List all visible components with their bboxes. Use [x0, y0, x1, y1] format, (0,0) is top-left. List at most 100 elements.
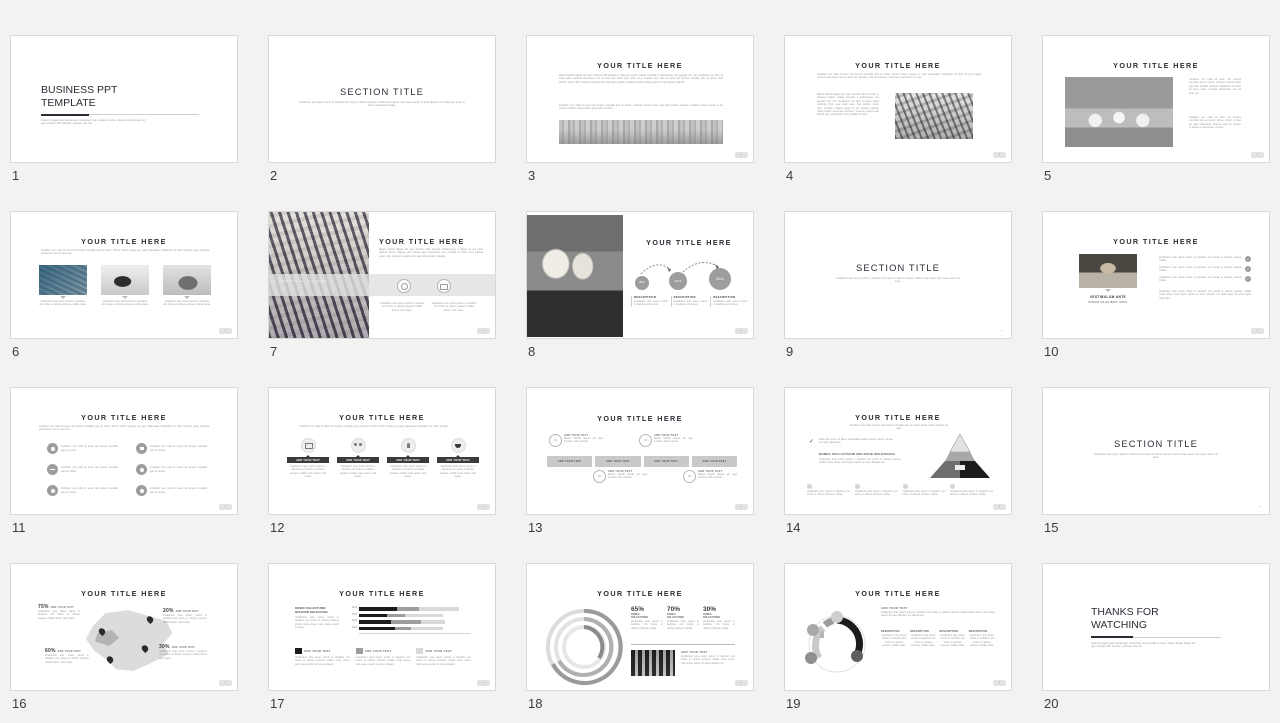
slide6-page-button[interactable]: ▸ [219, 328, 232, 334]
list-item[interactable]: Curabitur non nulla sit amet nisl tempus… [47, 443, 118, 454]
users-icon [350, 438, 366, 453]
legend-item-3[interactable]: ADD YOUR TEXT Vestibulum ante ipsum prim… [416, 648, 471, 666]
footer-item-1[interactable]: Vestibulum ante ipsum in faucibus orci l… [807, 484, 850, 497]
feature-label-2: ADD YOUR TEXT [337, 457, 379, 463]
slide14-page-button[interactable]: ▸ [993, 504, 1006, 510]
slide-thumbnail-13[interactable]: YOUR TITLE HERE 01 ADD YOUR TEXT Mauris … [526, 387, 754, 515]
slide9-page-marker[interactable]: ▸ [1002, 329, 1003, 332]
slide7-page-button[interactable]: ▸ [477, 328, 490, 334]
slide14-intro: Curabitur non nulla sit amet nisl tempus… [849, 424, 949, 431]
slide13-page-button[interactable]: ▸ [735, 504, 748, 510]
milestone-desc-3: DESCRIPTION Vestibulum ante ipsum primis… [710, 296, 747, 307]
slide-thumbnail-5[interactable]: YOUR TITLE HERE Curabitur non nulla sit … [1042, 35, 1270, 163]
slide18-page-button[interactable]: ▸ [735, 680, 748, 686]
slide-thumbnail-2[interactable]: SECTION TITLE Vestibulum ante ipsum prim… [268, 35, 496, 163]
list-item[interactable]: Vestibulum ante ipsum primis in faucibus… [163, 265, 211, 307]
slide17-sidebar-heading-2: MOLESTIE MALESUADA [295, 610, 328, 614]
slide-thumbnail-6[interactable]: YOUR TITLE HERE Curabitur non nulla sit … [10, 211, 238, 339]
slide-thumbnail-18[interactable]: YOUR TITLE HERE 65% DONEC SOLLICITUDIN V… [526, 563, 754, 691]
footer-item-4[interactable]: Vestibulum ante ipsum in faucibus orci l… [950, 484, 993, 497]
slide8-page-button[interactable]: ▸ [735, 328, 748, 334]
slide-thumbnail-15[interactable]: SECTION TITLE Vestibulum ante ipsum prim… [1042, 387, 1270, 515]
slide-thumbnail-9[interactable]: SECTION TITLE Vestibulum ante ipsum prim… [784, 211, 1012, 339]
check-circle-icon: ✓ [1245, 276, 1251, 283]
step-bar-3[interactable]: ADD YOUR TEXT [643, 456, 689, 467]
slide-number-9: 9 [786, 344, 794, 359]
bar-seg [411, 626, 443, 631]
step-top-1[interactable]: 01 ADD YOUR TEXT Mauris blandit aliquet … [549, 434, 603, 447]
stat-1[interactable]: 65% DONEC SOLLICITUDIN Vestibulum ante i… [631, 606, 663, 630]
step-bottom-2[interactable]: 02 ADD YOUR TEXT Mauris blandit aliquet … [593, 470, 647, 483]
step-bar-1[interactable]: ADD YOUR TEXT [547, 456, 593, 467]
slide-thumbnail-20[interactable]: THANKS FOR WATCHING Vivamus magna justo … [1042, 563, 1270, 691]
slide-thumbnail-19[interactable]: YOUR TITLE HERE ADD YOUR TEXT Vestibulum… [784, 563, 1012, 691]
slide3-paragraph-1: Mauris blandit aliquet elit eget tincidu… [559, 74, 723, 84]
slide-thumbnail-11[interactable]: YOUR TITLE HERE Curabitur non nulla sit … [10, 387, 238, 515]
map-callout-3[interactable]: 60% ADD YOUR TEXT Vestibulum ante ipsum … [45, 648, 89, 664]
slide-thumbnail-3[interactable]: YOUR TITLE HERE Mauris blandit aliquet e… [526, 35, 754, 163]
milestone-2013[interactable]: 2013 [669, 272, 687, 290]
chat-icon[interactable] [437, 279, 451, 293]
slide-thumbnail-14[interactable]: YOUR TITLE HERE Curabitur non nulla sit … [784, 387, 1012, 515]
stat-2[interactable]: 70% DONEC SOLLICITUDIN Vestibulum ante i… [667, 606, 699, 630]
map-callout-4[interactable]: 30% ADD YOUR TEXT Vestibulum ante ipsum … [159, 644, 207, 660]
list-item[interactable]: Curabitur non nulla sit amet nisl tempus… [47, 485, 118, 496]
slide16-page-button[interactable]: ▸ [219, 680, 232, 686]
slide-thumbnail-1[interactable]: BUSINESS PPT TEMPLATE Vivamus magna just… [10, 35, 238, 163]
slide-thumbnail-17[interactable]: YOUR TITLE HERE DONEC SOLLICITUDIN MOLES… [268, 563, 496, 691]
slide19-intro-text: Vestibulum ante ipsum primis in faucibus… [881, 611, 995, 618]
step-top-3[interactable]: 03 ADD YOUR TEXT Mauris blandit aliquet … [639, 434, 693, 447]
slide11-page-button[interactable]: ▸ [219, 504, 232, 510]
footer-item-3[interactable]: Vestibulum ante ipsum in faucibus orci l… [902, 484, 945, 497]
ring-column-4[interactable]: DESCRIPTION Vestibulum ante ipsum primis… [969, 630, 995, 648]
slide11-title: YOUR TITLE HERE [81, 413, 167, 422]
feature-column-3[interactable]: ADD YOUR TEXT Vestibulum ante ipsum prim… [387, 438, 429, 479]
stat-3[interactable]: 30% DONEC SOLLICITUDIN Vestibulum ante i… [703, 606, 735, 630]
feature-column-2[interactable]: ADD YOUR TEXT Vestibulum ante ipsum prim… [337, 438, 379, 479]
slide12-page-button[interactable]: ▸ [477, 504, 490, 510]
slide19-page-button[interactable]: ▸ [993, 680, 1006, 686]
bar-tick-3: 2012 [351, 620, 357, 623]
step-bar-2[interactable]: ADD YOUR TEXT [595, 456, 641, 467]
slide-thumbnail-16[interactable]: YOUR TITLE HERE 75% ADD YOUR TEXT Vestib… [10, 563, 238, 691]
feature-text-3: Vestibulum ante ipsum primis in faucibus… [389, 465, 427, 479]
step-bottom-4[interactable]: 04 ADD YOUR TEXT Mauris blandit aliquet … [683, 470, 737, 483]
slide-thumbnail-4[interactable]: YOUR TITLE HERE Curabitur non nulla sit … [784, 35, 1012, 163]
step-bar-4[interactable]: ADD YOUR TEXT [691, 456, 737, 467]
feature-column-1[interactable]: ADD YOUR TEXT Vestibulum ante ipsum prim… [287, 438, 329, 479]
footer-item-2[interactable]: Vestibulum ante ipsum in faucibus orci l… [854, 484, 898, 497]
milestone-2014[interactable]: 2014 [709, 268, 731, 290]
list-item[interactable]: Curabitur non nulla sit amet nisl tempus… [136, 443, 207, 454]
ring-column-2[interactable]: DESCRIPTION Vestibulum ante ipsum primis… [910, 630, 936, 648]
list-item[interactable]: Vestibulum ante ipsum primis in faucibus… [101, 265, 149, 307]
list-item[interactable]: Curabitur non nulla sit amet nisl tempus… [47, 464, 118, 475]
list-item[interactable]: Vestibulum ante ipsum primis in faucibus… [1159, 276, 1251, 283]
list-item[interactable]: Curabitur non nulla sit amet nisl tempus… [136, 485, 207, 496]
ring-column-1[interactable]: DESCRIPTION Vestibulum ante ipsum primis… [881, 630, 907, 648]
map-callout-2[interactable]: 20% ADD YOUR TEXT Vestibulum ante ipsum … [163, 608, 207, 624]
gear-icon[interactable] [397, 279, 411, 293]
slide4-page-button[interactable]: ▸ [993, 152, 1006, 158]
caret-down-icon [122, 296, 128, 299]
slide15-page-marker[interactable]: ▸ [1260, 505, 1261, 508]
slide17-page-button[interactable]: ▸ [477, 680, 490, 686]
milestone-2012[interactable]: 2012 [635, 276, 649, 290]
slide-thumbnail-10[interactable]: YOUR TITLE HERE VESTIBULUM ANTE IPSUM FA… [1042, 211, 1270, 339]
feature-column-4[interactable]: ADD YOUR TEXT Vestibulum ante ipsum prim… [437, 438, 479, 479]
slide3-title: YOUR TITLE HERE [597, 61, 683, 70]
legend-item-1[interactable]: ADD YOUR TEXT Vestibulum ante ipsum prim… [295, 648, 350, 666]
slide-thumbnail-12[interactable]: YOUR TITLE HERE Curabitur non nulla sit … [268, 387, 496, 515]
slide-thumbnail-8[interactable]: YOUR TITLE HERE 2012 2013 2014 DESCRIPTI… [526, 211, 754, 339]
list-item[interactable]: Curabitur non nulla sit amet nisl tempus… [136, 464, 207, 475]
slide5-page-button[interactable]: ▸ [1251, 152, 1264, 158]
legend-item-2[interactable]: ADD YOUR TEXT Vestibulum ante ipsum prim… [355, 648, 410, 666]
list-item[interactable]: Vestibulum ante ipsum primis in faucibus… [1159, 256, 1251, 263]
ring-column-3[interactable]: DESCRIPTION Vestibulum ante ipsum primis… [940, 630, 966, 648]
slide3-page-button[interactable]: ▸ [735, 152, 748, 158]
list-item[interactable]: Vestibulum ante ipsum primis in faucibus… [39, 265, 87, 307]
map-callout-1[interactable]: 75% ADD YOUR TEXT Vestibulum ante ipsum … [38, 604, 80, 620]
list-item[interactable]: Vestibulum ante ipsum primis in faucibus… [1159, 266, 1251, 273]
slide-thumbnail-7[interactable]: YOUR TITLE HERE Mauris blandit aliquet e… [268, 211, 496, 339]
slide10-page-button[interactable]: ▸ [1251, 328, 1264, 334]
slide17-title: YOUR TITLE HERE [339, 589, 425, 598]
